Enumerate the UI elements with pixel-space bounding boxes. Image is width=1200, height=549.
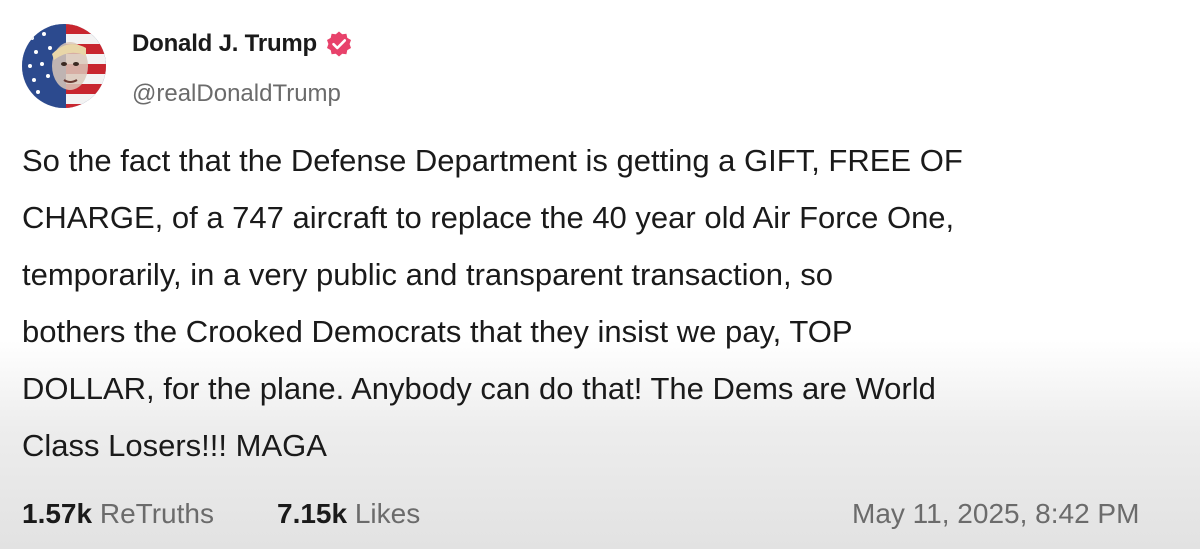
post-text-line: So the fact that the Defense Department … — [22, 143, 963, 178]
truth-social-post: Donald J. Trump @realDonaldTrump So the … — [0, 0, 1200, 549]
retruths-stat[interactable]: 1.57k ReTruths — [22, 498, 214, 530]
likes-count: 7.15k — [277, 498, 348, 529]
post-text-line: Class Losers!!! MAGA — [22, 428, 327, 463]
avatar[interactable] — [22, 24, 106, 108]
author-handle[interactable]: @realDonaldTrump — [132, 80, 341, 108]
post-text-line: temporarily, in a very public and transp… — [22, 257, 833, 292]
verified-badge-icon — [325, 30, 353, 58]
likes-label: Likes — [354, 498, 421, 529]
flag-portrait-icon — [22, 24, 106, 108]
author-name-row: Donald J. Trump — [132, 30, 353, 58]
post-timestamp[interactable]: May 11, 2025, 8:42 PM — [852, 498, 1139, 530]
likes-stat[interactable]: 7.15k Likes — [277, 498, 420, 530]
post-text-line: bothers the Crooked Democrats that they … — [22, 314, 853, 349]
post-text-line: CHARGE, of a 747 aircraft to replace the… — [22, 200, 955, 235]
post-text-line: DOLLAR, for the plane. Anybody can do th… — [22, 371, 936, 406]
author-display-name[interactable]: Donald J. Trump — [132, 30, 317, 58]
retruths-label: ReTruths — [99, 498, 214, 529]
post-body: So the fact that the Defense Department … — [22, 132, 1197, 474]
retruths-count: 1.57k — [22, 498, 93, 529]
post-footer: 1.57k ReTruths 7.15k Likes May 11, 2025,… — [22, 498, 1200, 538]
